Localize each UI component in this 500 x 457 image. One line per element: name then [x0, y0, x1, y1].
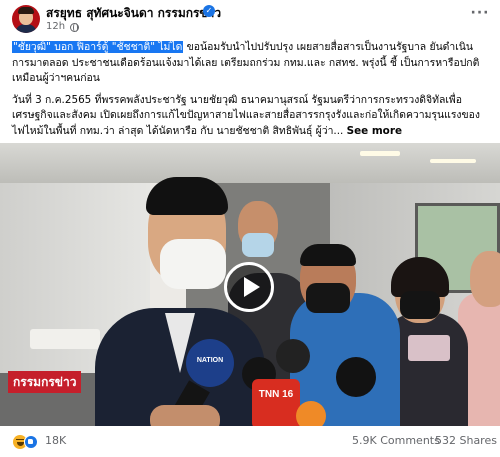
- video-speaker-mask: [160, 239, 226, 289]
- video-person-mask: [306, 283, 350, 313]
- video-person-mask: [400, 291, 440, 319]
- caption-text-2: วันที่ 3 ก.ค.2565 ที่พรรคพลังประชารัฐ นา…: [12, 93, 480, 137]
- video-mic: [276, 339, 310, 373]
- post-timestamp[interactable]: 12h: [46, 21, 65, 32]
- video-mic: [296, 401, 326, 426]
- caption-paragraph-1: "ชัยวุฒิ" บอก ฟิอาร์ตู้ "ชัชชาติ" ไม่ได …: [12, 40, 490, 87]
- page-avatar[interactable]: [12, 5, 40, 33]
- video-person-hair: [300, 244, 356, 266]
- video-mic-label: NATION: [196, 357, 224, 364]
- video-phone: [408, 335, 450, 361]
- video-scene-table: [30, 329, 100, 349]
- shares-count[interactable]: 532 Shares: [435, 434, 497, 447]
- video-speaker-hair: [146, 177, 228, 215]
- page-name-link[interactable]: สรยุทธ สุทัศนะจินดา กรรมกรข่าว: [46, 4, 221, 23]
- verified-badge-icon: ✓: [203, 5, 215, 17]
- like-reaction-icon[interactable]: [24, 435, 38, 449]
- avatar-hair: [18, 7, 34, 14]
- see-more-link[interactable]: See more: [347, 125, 402, 137]
- caption-highlight: "ชัยวุฒิ" บอก ฟิอาร์ตู้ "ชัชชาติ" ไม่ได: [12, 41, 184, 53]
- play-button-icon[interactable]: [224, 262, 274, 312]
- video-mic: [336, 357, 376, 397]
- video-mic: [252, 379, 300, 426]
- reaction-count[interactable]: 18K: [45, 434, 66, 447]
- post-footer: 18K 5.9K Comments 532 Shares: [0, 426, 500, 457]
- avatar-shirt: [15, 24, 37, 33]
- video-scene-ceiling: [0, 143, 500, 183]
- video-person-head: [470, 251, 500, 307]
- video-watermark: กรรมกรข่าว: [8, 371, 82, 393]
- post-caption: "ชัยวุฒิ" บอก ฟิอาร์ตู้ "ชัชชาติ" ไม่ได …: [12, 40, 490, 145]
- video-scene-light: [430, 159, 476, 163]
- more-options-icon[interactable]: ···: [470, 6, 490, 22]
- video-person-mask: [242, 233, 274, 257]
- caption-paragraph-2: วันที่ 3 ก.ค.2565 ที่พรรคพลังประชารัฐ นา…: [12, 93, 490, 140]
- public-globe-icon: [70, 23, 79, 32]
- video-scene-light: [360, 151, 400, 156]
- comments-count[interactable]: 5.9K Comments: [352, 434, 440, 447]
- video-hand: [150, 405, 220, 426]
- video-mic-label: TNN 16: [258, 389, 294, 400]
- post-header: สรยุทธ สุทัศนะจินดา กรรมกรข่าว ✓ 12h ···: [0, 0, 500, 38]
